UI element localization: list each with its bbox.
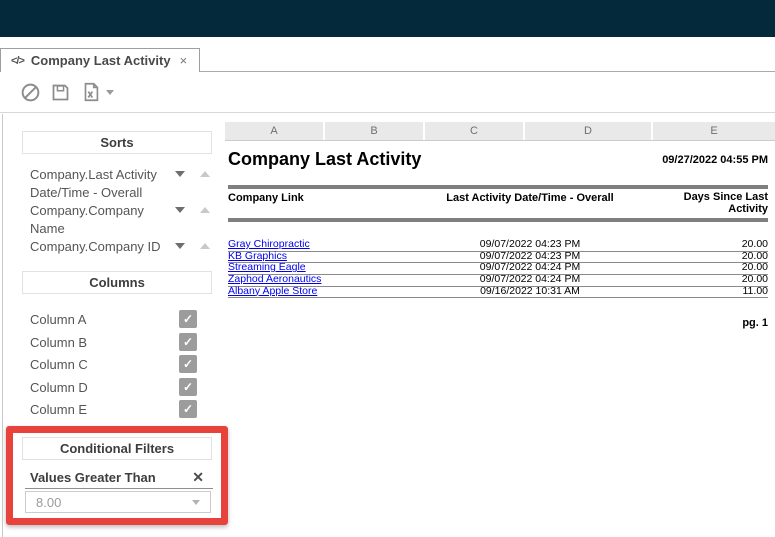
checkbox-column-b[interactable]: ✓ [179, 333, 197, 351]
filter-value: 8.00 [36, 495, 192, 510]
cancel-button[interactable] [20, 82, 41, 103]
filter-value-dropdown[interactable]: 8.00 [25, 491, 211, 513]
remove-filter-icon[interactable]: ✕ [192, 469, 204, 486]
block-icon [20, 82, 41, 103]
check-icon: ✓ [183, 313, 193, 325]
tab-close-icon[interactable]: × [180, 53, 188, 68]
report-table-header: Company Link Last Activity Date/Time - O… [228, 191, 768, 217]
company-link[interactable]: Streaming Eagle [228, 262, 306, 273]
checkbox-column-c[interactable]: ✓ [179, 355, 197, 373]
save-icon [50, 82, 71, 103]
sort-field-label: Company.Company Name [30, 202, 166, 237]
days-since-value: 20.00 [742, 274, 768, 285]
sheet-column-a[interactable]: A [225, 122, 323, 140]
sorts-header: Sorts [22, 131, 212, 154]
last-activity-value: 09/16/2022 10:31 AM [425, 286, 635, 297]
company-link[interactable]: Albany Apple Store [228, 286, 317, 297]
conditional-filters-header: Conditional Filters [22, 437, 212, 460]
sort-item: Company.Company ID [30, 238, 212, 256]
last-activity-value: 09/07/2022 04:24 PM [425, 262, 635, 273]
filter-name-label: Values Greater Than [30, 470, 156, 485]
check-icon: ✓ [183, 403, 193, 415]
report-title: Company Last Activity [228, 149, 421, 170]
report-rule [228, 185, 768, 189]
caret-down-icon[interactable] [106, 90, 114, 95]
checkbox-column-a[interactable]: ✓ [179, 310, 197, 328]
sheet-column-b[interactable]: B [325, 122, 423, 140]
sort-field-label: Company.Company ID [30, 238, 166, 256]
save-button[interactable] [50, 82, 71, 103]
column-toggle-row: Column A ✓ [30, 310, 212, 330]
days-since-value: 20.00 [742, 251, 768, 262]
sort-descending-icon[interactable] [175, 207, 185, 213]
sort-descending-icon[interactable] [175, 243, 185, 249]
company-link[interactable]: Gray Chiropractic [228, 239, 310, 250]
sheet-column-headers: A B C D E [225, 122, 775, 140]
checkbox-column-e[interactable]: ✓ [179, 400, 197, 418]
toolbar [0, 72, 775, 113]
report-timestamp: 09/27/2022 04:55 PM [662, 154, 768, 166]
company-link[interactable]: Zaphod Aeronautics [228, 274, 321, 285]
report-builder-window: </> Company Last Activity × [0, 0, 775, 537]
sheet-column-c[interactable]: C [425, 122, 523, 140]
sort-ascending-icon[interactable] [200, 171, 210, 177]
sheet-column-e[interactable]: E [653, 122, 775, 140]
days-since-value: 11.00 [743, 286, 769, 297]
column-toggle-row: Column C ✓ [30, 355, 212, 375]
sort-ascending-icon[interactable] [200, 207, 210, 213]
sorts-title: Sorts [100, 135, 133, 150]
sheet-column-d[interactable]: D [525, 122, 651, 140]
table-row: Albany Apple Store 09/16/2022 10:31 AM 1… [228, 287, 768, 299]
top-navigation-bar [0, 0, 775, 37]
report-rule [228, 218, 768, 222]
last-activity-value: 09/07/2022 04:24 PM [425, 274, 635, 285]
column-label: Column D [30, 380, 88, 395]
column-label: Column E [30, 402, 87, 417]
column-label: Column A [30, 312, 86, 327]
last-activity-value: 09/07/2022 04:23 PM [425, 239, 635, 250]
sheet-header-divider [225, 140, 775, 141]
column-toggle-row: Column D ✓ [30, 378, 212, 398]
checkbox-column-d[interactable]: ✓ [179, 378, 197, 396]
column-label: Column B [30, 335, 87, 350]
column-toggle-row: Column B ✓ [30, 333, 212, 353]
sort-field-label: Company.Last Activity Date/Time - Overal… [30, 166, 166, 201]
header-company-link: Company Link [228, 192, 304, 204]
excel-export-button[interactable] [80, 81, 114, 103]
report-rows: Gray Chiropractic 09/07/2022 04:23 PM 20… [228, 240, 768, 298]
header-last-activity: Last Activity Date/Time - Overall [425, 192, 635, 204]
column-toggle-row: Column E ✓ [30, 400, 212, 420]
tab-company-last-activity[interactable]: </> Company Last Activity × [0, 48, 200, 72]
column-label: Column C [30, 357, 88, 372]
conditional-filters-title: Conditional Filters [60, 441, 174, 456]
company-link[interactable]: KB Graphics [228, 251, 287, 262]
sort-ascending-icon[interactable] [200, 243, 210, 249]
caret-down-icon [192, 500, 200, 505]
days-since-value: 20.00 [742, 262, 768, 273]
header-days-since: Days Since Last Activity [668, 192, 768, 215]
check-icon: ✓ [183, 358, 193, 370]
columns-header: Columns [22, 271, 212, 294]
sidebar-border [2, 114, 3, 537]
columns-title: Columns [89, 275, 145, 290]
tab-title: Company Last Activity [31, 53, 171, 68]
code-icon: </> [11, 55, 24, 67]
check-icon: ✓ [183, 336, 193, 348]
check-icon: ✓ [183, 381, 193, 393]
page-number: pg. 1 [742, 317, 768, 329]
sort-item: Company.Last Activity Date/Time - Overal… [30, 166, 212, 201]
sort-item: Company.Company Name [30, 202, 212, 237]
days-since-value: 20.00 [742, 239, 768, 250]
filter-row: Values Greater Than ✕ [30, 469, 212, 487]
last-activity-value: 09/07/2022 04:23 PM [425, 251, 635, 262]
filter-divider [25, 488, 213, 489]
sort-descending-icon[interactable] [175, 171, 185, 177]
excel-export-icon [80, 81, 102, 103]
